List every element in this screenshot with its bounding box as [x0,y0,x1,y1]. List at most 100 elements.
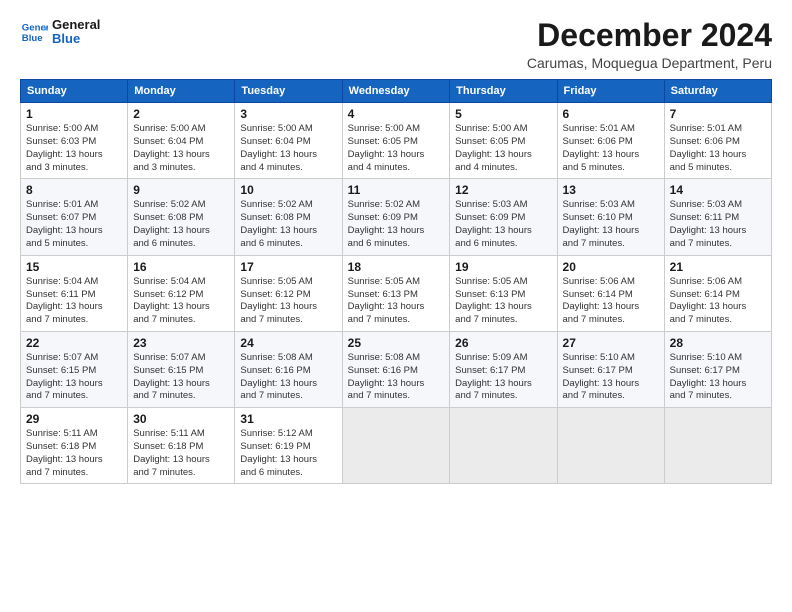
day-info: Sunrise: 5:04 AM Sunset: 6:12 PM Dayligh… [133,276,229,327]
day-info: Sunrise: 5:02 AM Sunset: 6:08 PM Dayligh… [133,199,229,250]
calendar-cell: 18Sunrise: 5:05 AM Sunset: 6:13 PM Dayli… [342,255,450,331]
header: General Blue General Blue December 2024 … [20,18,772,71]
day-number: 31 [240,412,336,426]
day-number: 9 [133,183,229,197]
calendar-week-5: 29 Sunrise: 5:11 AM Sunset: 6:18 PM Dayli… [21,408,772,484]
day-info: Sunrise: 5:06 AM Sunset: 6:14 PM Dayligh… [563,276,659,327]
header-thursday: Thursday [450,80,557,103]
header-tuesday: Tuesday [235,80,342,103]
logo-icon: General Blue [20,18,48,46]
calendar-cell: 15Sunrise: 5:04 AM Sunset: 6:11 PM Dayli… [21,255,128,331]
title-block: December 2024 Carumas, Moquegua Departme… [527,18,772,71]
calendar-week-1: 1Sunrise: 5:00 AM Sunset: 6:03 PM Daylig… [21,103,772,179]
calendar-cell: 30Sunrise: 5:11 AM Sunset: 6:18 PM Dayli… [128,408,235,484]
day-number: 11 [348,183,445,197]
calendar-cell: 10 Sunrise: 5:02 AM Sunset: 6:08 PM Dayli… [235,179,342,255]
day-number: 21 [670,260,766,274]
calendar-cell: 25 Sunrise: 5:08 AM Sunset: 6:16 PM Dayli… [342,331,450,407]
day-info: Sunrise: 5:11 AM Sunset: 6:18 PM Dayligh… [133,428,229,479]
day-info: Sunrise: 5:05 AM Sunset: 6:12 PM Dayligh… [240,276,336,327]
calendar-cell [557,408,664,484]
logo: General Blue General Blue [20,18,100,47]
day-info: Sunrise: 5:03 AM Sunset: 6:09 PM Dayligh… [455,199,551,250]
calendar-cell: 31Sunrise: 5:12 AM Sunset: 6:19 PM Dayli… [235,408,342,484]
day-number: 25 [348,336,445,350]
calendar-cell: 17 Sunrise: 5:05 AM Sunset: 6:12 PM Dayli… [235,255,342,331]
day-info: Sunrise: 5:09 AM Sunset: 6:17 PM Dayligh… [455,352,551,403]
day-number: 17 [240,260,336,274]
day-info: Sunrise: 5:00 AM Sunset: 6:04 PM Dayligh… [133,123,229,174]
day-number: 10 [240,183,336,197]
day-info: Sunrise: 5:07 AM Sunset: 6:15 PM Dayligh… [133,352,229,403]
day-info: Sunrise: 5:01 AM Sunset: 6:06 PM Dayligh… [670,123,766,174]
calendar-cell [342,408,450,484]
calendar-cell: 21 Sunrise: 5:06 AM Sunset: 6:14 PM Dayli… [664,255,771,331]
day-info: Sunrise: 5:03 AM Sunset: 6:10 PM Dayligh… [563,199,659,250]
calendar-cell: 9 Sunrise: 5:02 AM Sunset: 6:08 PM Daylig… [128,179,235,255]
page-subtitle: Carumas, Moquegua Department, Peru [527,55,772,71]
calendar-cell: 3Sunrise: 5:00 AM Sunset: 6:04 PM Daylig… [235,103,342,179]
calendar-cell: 13 Sunrise: 5:03 AM Sunset: 6:10 PM Dayli… [557,179,664,255]
day-number: 29 [26,412,122,426]
calendar-cell: 29 Sunrise: 5:11 AM Sunset: 6:18 PM Dayli… [21,408,128,484]
calendar-cell: 1Sunrise: 5:00 AM Sunset: 6:03 PM Daylig… [21,103,128,179]
calendar-cell: 5 Sunrise: 5:00 AM Sunset: 6:05 PM Daylig… [450,103,557,179]
day-info: Sunrise: 5:02 AM Sunset: 6:08 PM Dayligh… [240,199,336,250]
calendar-header-row: Sunday Monday Tuesday Wednesday Thursday… [21,80,772,103]
calendar-cell: 27 Sunrise: 5:10 AM Sunset: 6:17 PM Dayli… [557,331,664,407]
day-number: 13 [563,183,659,197]
calendar-cell [450,408,557,484]
header-sunday: Sunday [21,80,128,103]
day-number: 14 [670,183,766,197]
day-number: 6 [563,107,659,121]
calendar-cell: 12 Sunrise: 5:03 AM Sunset: 6:09 PM Dayli… [450,179,557,255]
day-info: Sunrise: 5:05 AM Sunset: 6:13 PM Dayligh… [455,276,551,327]
day-info: Sunrise: 5:11 AM Sunset: 6:18 PM Dayligh… [26,428,122,479]
day-info: Sunrise: 5:00 AM Sunset: 6:05 PM Dayligh… [455,123,551,174]
calendar-table: Sunday Monday Tuesday Wednesday Thursday… [20,79,772,484]
calendar-cell: 16Sunrise: 5:04 AM Sunset: 6:12 PM Dayli… [128,255,235,331]
day-number: 12 [455,183,551,197]
day-number: 20 [563,260,659,274]
header-wednesday: Wednesday [342,80,450,103]
day-number: 18 [348,260,445,274]
day-info: Sunrise: 5:01 AM Sunset: 6:06 PM Dayligh… [563,123,659,174]
day-info: Sunrise: 5:07 AM Sunset: 6:15 PM Dayligh… [26,352,122,403]
day-number: 27 [563,336,659,350]
calendar-week-2: 8 Sunrise: 5:01 AM Sunset: 6:07 PM Daylig… [21,179,772,255]
day-number: 23 [133,336,229,350]
calendar-cell: 19 Sunrise: 5:05 AM Sunset: 6:13 PM Dayli… [450,255,557,331]
calendar-cell: 6 Sunrise: 5:01 AM Sunset: 6:06 PM Daylig… [557,103,664,179]
day-info: Sunrise: 5:08 AM Sunset: 6:16 PM Dayligh… [348,352,445,403]
page-title: December 2024 [527,18,772,53]
day-number: 19 [455,260,551,274]
day-number: 28 [670,336,766,350]
day-number: 2 [133,107,229,121]
calendar-cell: 28Sunrise: 5:10 AM Sunset: 6:17 PM Dayli… [664,331,771,407]
logo-line1: General [52,18,100,32]
day-number: 7 [670,107,766,121]
day-number: 8 [26,183,122,197]
day-number: 4 [348,107,445,121]
header-monday: Monday [128,80,235,103]
calendar-week-3: 15Sunrise: 5:04 AM Sunset: 6:11 PM Dayli… [21,255,772,331]
day-info: Sunrise: 5:00 AM Sunset: 6:05 PM Dayligh… [348,123,445,174]
day-info: Sunrise: 5:10 AM Sunset: 6:17 PM Dayligh… [563,352,659,403]
day-info: Sunrise: 5:01 AM Sunset: 6:07 PM Dayligh… [26,199,122,250]
calendar-cell: 14Sunrise: 5:03 AM Sunset: 6:11 PM Dayli… [664,179,771,255]
calendar-cell: 23 Sunrise: 5:07 AM Sunset: 6:15 PM Dayli… [128,331,235,407]
logo-line2: Blue [52,32,100,46]
day-info: Sunrise: 5:00 AM Sunset: 6:03 PM Dayligh… [26,123,122,174]
header-friday: Friday [557,80,664,103]
calendar-week-4: 22 Sunrise: 5:07 AM Sunset: 6:15 PM Dayli… [21,331,772,407]
day-info: Sunrise: 5:06 AM Sunset: 6:14 PM Dayligh… [670,276,766,327]
calendar-cell: 7 Sunrise: 5:01 AM Sunset: 6:06 PM Daylig… [664,103,771,179]
calendar-cell: 2 Sunrise: 5:00 AM Sunset: 6:04 PM Daylig… [128,103,235,179]
day-number: 15 [26,260,122,274]
day-number: 24 [240,336,336,350]
calendar-cell: 8 Sunrise: 5:01 AM Sunset: 6:07 PM Daylig… [21,179,128,255]
calendar-cell: 4 Sunrise: 5:00 AM Sunset: 6:05 PM Daylig… [342,103,450,179]
day-number: 5 [455,107,551,121]
calendar-cell: 20 Sunrise: 5:06 AM Sunset: 6:14 PM Dayli… [557,255,664,331]
day-number: 22 [26,336,122,350]
